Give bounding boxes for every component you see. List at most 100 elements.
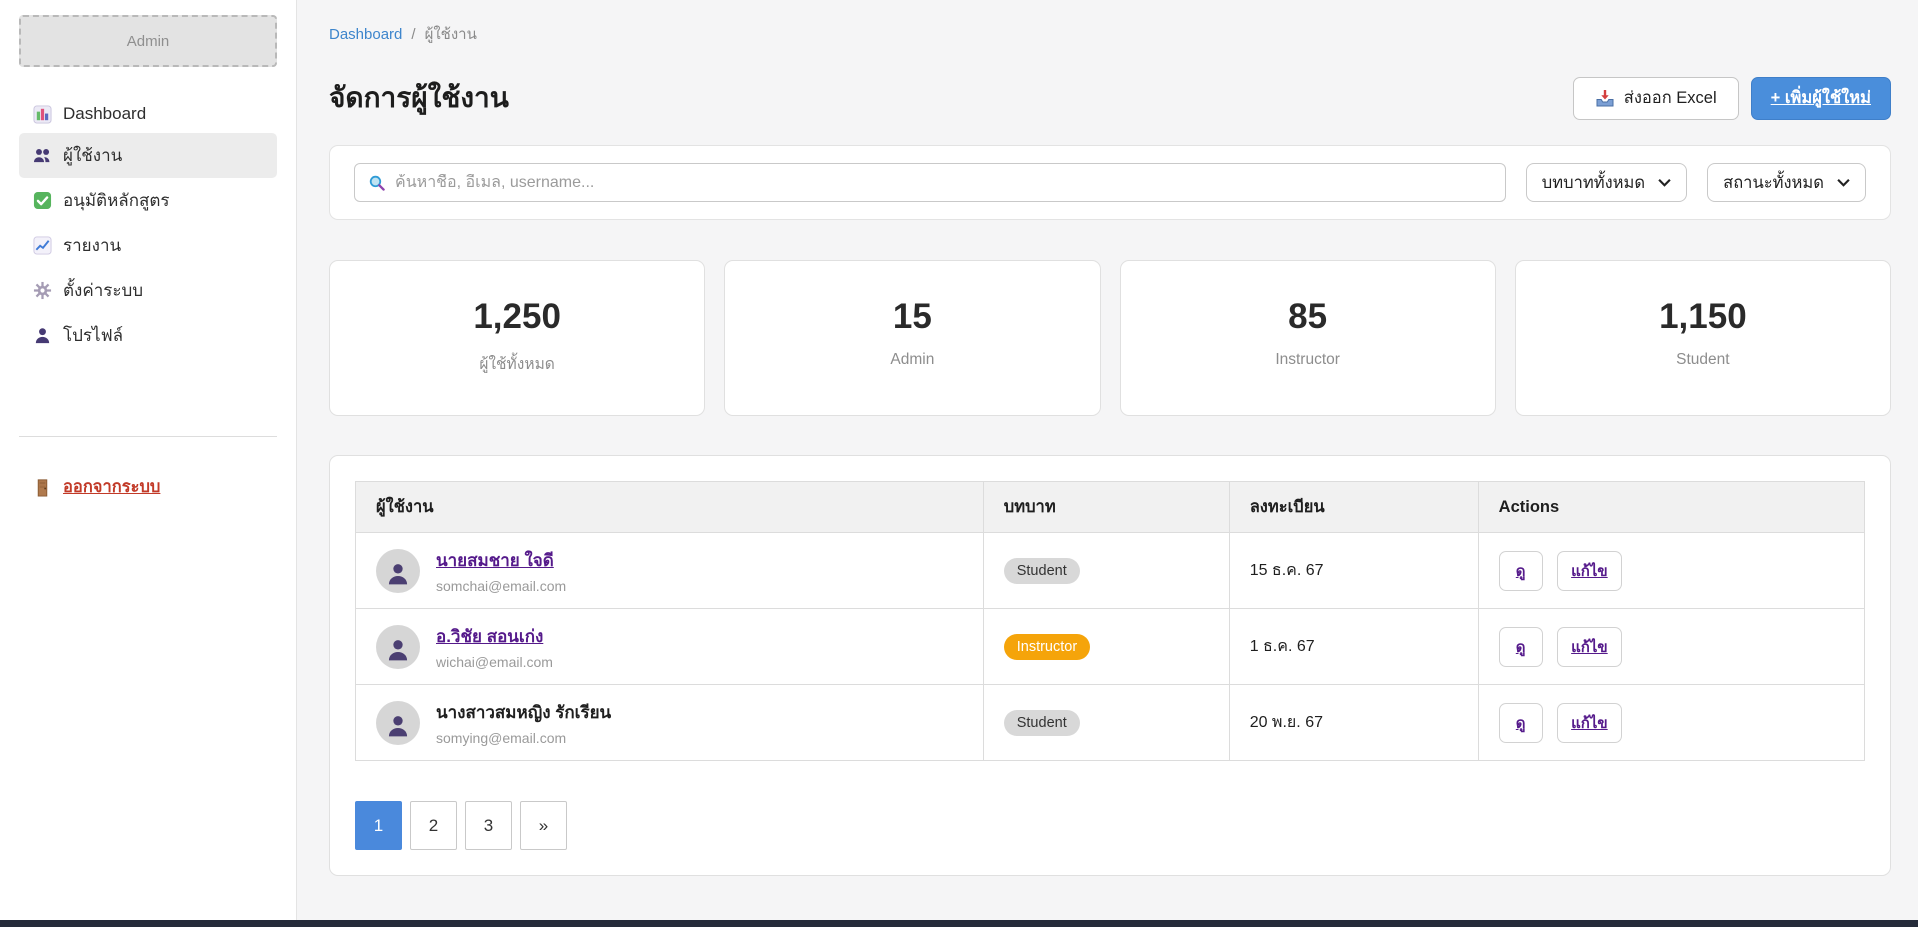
header-actions: ส่งออก Excel + เพิ่มผู้ใช้ใหม่: [1573, 77, 1891, 120]
stat-value: 85: [1121, 297, 1495, 337]
avatar: [376, 625, 420, 669]
pagination-next[interactable]: »: [520, 801, 567, 850]
pagination-page-3[interactable]: 3: [465, 801, 512, 850]
column-header-role: บทบาท: [983, 482, 1229, 533]
role-badge: Student: [1004, 710, 1080, 736]
main-content: Dashboard / ผู้ใช้งาน จัดการผู้ใช้งาน ส่…: [297, 0, 1918, 920]
app-window: Admin Dashboard ผู้ใช้งาน อนุมัติหลักสูต…: [0, 0, 1918, 920]
gear-icon: [33, 281, 52, 300]
page-header: จัดการผู้ใช้งาน ส่งออก Excel + เพิ่มผู้ใ…: [329, 76, 1891, 120]
admin-logo-placeholder: Admin: [19, 15, 277, 67]
status-filter-select[interactable]: สถานะทั้งหมด: [1707, 163, 1866, 202]
pagination-page-1[interactable]: 1: [355, 801, 402, 850]
breadcrumb-dashboard-link[interactable]: Dashboard: [329, 26, 402, 43]
sidebar-item-profile[interactable]: โปรไฟล์: [19, 313, 277, 358]
door-icon: [33, 478, 52, 497]
stat-card-student: 1,150 Student: [1515, 260, 1891, 416]
users-icon: [33, 146, 52, 165]
stat-card-admin: 15 Admin: [724, 260, 1100, 416]
breadcrumb-separator: /: [411, 26, 415, 43]
table-row: นายสมชาย ใจดี somchai@email.com Student …: [356, 533, 1865, 609]
role-filter-select[interactable]: บทบาททั้งหมด: [1526, 163, 1687, 202]
view-button[interactable]: ดู: [1499, 551, 1543, 591]
registered-date: 15 ธ.ค. 67: [1250, 562, 1324, 579]
export-excel-button[interactable]: ส่งออก Excel: [1573, 77, 1739, 120]
stat-label: Admin: [725, 351, 1099, 369]
stat-card-total-users: 1,250 ผู้ใช้ทั้งหมด: [329, 260, 705, 416]
avatar: [376, 701, 420, 745]
person-icon: [33, 326, 52, 345]
stat-label: Instructor: [1121, 351, 1495, 369]
stat-label: Student: [1516, 351, 1890, 369]
sidebar-item-label: รายงาน: [63, 232, 121, 259]
role-badge: Instructor: [1004, 634, 1090, 660]
stat-value: 1,150: [1516, 297, 1890, 337]
column-header-user: ผู้ใช้งาน: [356, 482, 984, 533]
check-icon: [33, 191, 52, 210]
registered-date: 1 ธ.ค. 67: [1250, 638, 1315, 655]
sidebar-item-users[interactable]: ผู้ใช้งาน: [19, 133, 277, 178]
user-name[interactable]: นางสาวสมหญิง รักเรียน: [436, 699, 611, 726]
view-button[interactable]: ดู: [1499, 703, 1543, 743]
sidebar-item-label: Dashboard: [63, 104, 146, 124]
search-input[interactable]: [395, 174, 1492, 192]
table-row: อ.วิชัย สอนเก่ง wichai@email.com Instruc…: [356, 609, 1865, 685]
user-name-link[interactable]: นายสมชาย ใจดี: [436, 547, 566, 574]
logout-link[interactable]: ออกจากระบบ: [19, 474, 277, 500]
sidebar-item-label: ตั้งค่าระบบ: [63, 277, 143, 304]
user-cell: นางสาวสมหญิง รักเรียน somying@email.com: [376, 699, 963, 746]
filter-bar: บทบาททั้งหมด สถานะทั้งหมด: [329, 145, 1891, 220]
users-table-card: ผู้ใช้งาน บทบาท ลงทะเบียน Actions: [329, 455, 1891, 876]
chevron-down-icon: [1837, 178, 1850, 187]
status-filter-value: สถานะทั้งหมด: [1723, 170, 1824, 196]
page-title: จัดการผู้ใช้งาน: [329, 76, 509, 120]
chevron-down-icon: [1658, 178, 1671, 187]
add-user-button[interactable]: + เพิ่มผู้ใช้ใหม่: [1751, 77, 1891, 120]
user-name-link[interactable]: อ.วิชัย สอนเก่ง: [436, 623, 553, 650]
sidebar-item-label: อนุมัติหลักสูตร: [63, 187, 170, 214]
sidebar-item-label: โปรไฟล์: [63, 322, 123, 349]
table-row: นางสาวสมหญิง รักเรียน somying@email.com …: [356, 685, 1865, 761]
edit-button[interactable]: แก้ไข: [1557, 551, 1622, 591]
role-badge: Student: [1004, 558, 1080, 584]
sidebar-item-dashboard[interactable]: Dashboard: [19, 95, 277, 133]
breadcrumb: Dashboard / ผู้ใช้งาน: [329, 22, 1891, 46]
sidebar: Admin Dashboard ผู้ใช้งาน อนุมัติหลักสูต…: [0, 0, 297, 920]
export-excel-label: ส่งออก Excel: [1624, 85, 1717, 111]
pagination-page-2[interactable]: 2: [410, 801, 457, 850]
avatar: [376, 549, 420, 593]
user-email: somchai@email.com: [436, 578, 566, 594]
search-box: [354, 163, 1506, 202]
column-header-registered: ลงทะเบียน: [1229, 482, 1478, 533]
user-email: somying@email.com: [436, 730, 611, 746]
edit-button[interactable]: แก้ไข: [1557, 627, 1622, 667]
pagination: 1 2 3 »: [355, 801, 1865, 850]
role-filter-value: บทบาททั้งหมด: [1542, 170, 1645, 196]
logout-label: ออกจากระบบ: [63, 474, 160, 500]
dashboard-icon: [33, 105, 52, 124]
sidebar-divider: [19, 436, 277, 437]
user-cell: อ.วิชัย สอนเก่ง wichai@email.com: [376, 623, 963, 670]
registered-date: 20 พ.ย. 67: [1250, 714, 1323, 731]
sidebar-item-reports[interactable]: รายงาน: [19, 223, 277, 268]
sidebar-item-settings[interactable]: ตั้งค่าระบบ: [19, 268, 277, 313]
stat-value: 15: [725, 297, 1099, 337]
edit-button[interactable]: แก้ไข: [1557, 703, 1622, 743]
user-cell: นายสมชาย ใจดี somchai@email.com: [376, 547, 963, 594]
sidebar-menu: Dashboard ผู้ใช้งาน อนุมัติหลักสูตร รายง…: [0, 95, 296, 358]
breadcrumb-current: ผู้ใช้งาน: [425, 22, 477, 46]
sidebar-item-approve-courses[interactable]: อนุมัติหลักสูตร: [19, 178, 277, 223]
inbox-tray-icon: [1595, 88, 1615, 108]
search-icon: [368, 174, 386, 192]
view-button[interactable]: ดู: [1499, 627, 1543, 667]
table-header-row: ผู้ใช้งาน บทบาท ลงทะเบียน Actions: [356, 482, 1865, 533]
stat-label: ผู้ใช้ทั้งหมด: [330, 351, 704, 376]
chart-up-icon: [33, 236, 52, 255]
bottom-edge-bar: [0, 920, 1918, 927]
column-header-actions: Actions: [1478, 482, 1864, 533]
add-user-label: + เพิ่มผู้ใช้ใหม่: [1771, 85, 1871, 111]
users-table: ผู้ใช้งาน บทบาท ลงทะเบียน Actions: [355, 481, 1865, 761]
admin-logo-label: Admin: [127, 33, 170, 50]
stat-card-instructor: 85 Instructor: [1120, 260, 1496, 416]
stat-value: 1,250: [330, 297, 704, 337]
